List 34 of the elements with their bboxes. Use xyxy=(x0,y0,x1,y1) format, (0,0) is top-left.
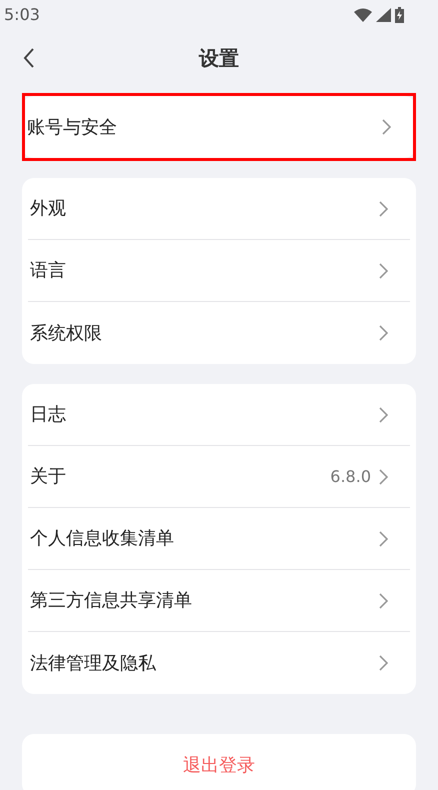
chevron-icon xyxy=(379,655,388,671)
settings-row[interactable]: 外观 xyxy=(28,178,410,240)
row-label: 日志 xyxy=(30,403,67,427)
chevron-icon xyxy=(379,262,388,278)
settings-row[interactable]: 法律管理及隐私 xyxy=(28,632,410,694)
row-label: 语言 xyxy=(30,259,67,283)
battery-icon xyxy=(395,7,404,23)
settings-row[interactable]: 第三方信息共享清单 xyxy=(28,570,410,632)
settings-row[interactable]: 个人信息收集清单 xyxy=(28,508,410,570)
settings-row[interactable]: 关于 6.8.0 xyxy=(28,446,410,508)
back-icon xyxy=(23,48,35,68)
status-time: 5:03 xyxy=(4,4,40,26)
chevron-icon xyxy=(379,468,388,484)
row-label: 第三方信息共享清单 xyxy=(30,589,193,613)
settings-row[interactable]: 日志 xyxy=(28,384,410,446)
signal-icon xyxy=(376,8,391,22)
settings-row[interactable]: 系统权限 xyxy=(28,302,410,364)
row-label: 个人信息收集清单 xyxy=(30,527,175,551)
row-label: 系统权限 xyxy=(30,322,103,346)
wifi-icon xyxy=(354,8,372,22)
chevron-icon xyxy=(379,592,388,608)
row-label: 法律管理及隐私 xyxy=(30,652,157,676)
chevron-icon xyxy=(379,406,388,422)
settings-row[interactable]: 语言 xyxy=(28,240,410,302)
row-label: 账号与安全 xyxy=(27,116,118,140)
chevron-icon xyxy=(379,200,388,216)
chevron-icon xyxy=(382,119,391,135)
version-text: 6.8.0 xyxy=(330,466,371,488)
chevron-icon xyxy=(379,530,388,546)
settings-row[interactable]: 账号与安全 xyxy=(25,96,413,158)
row-label: 关于 xyxy=(30,465,67,489)
page-title: 设置 xyxy=(199,45,239,72)
row-label: 外观 xyxy=(30,197,67,221)
chevron-icon xyxy=(379,325,388,341)
